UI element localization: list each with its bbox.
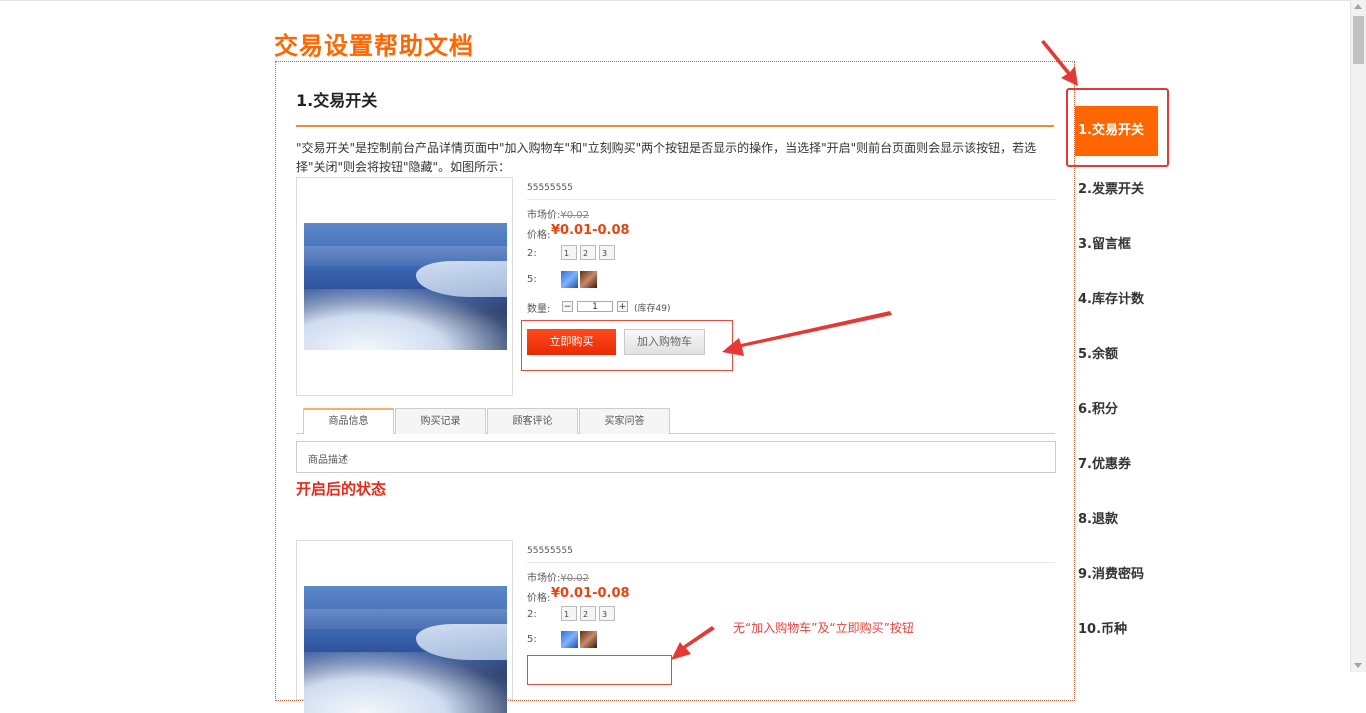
quantity-input[interactable]: 1	[577, 301, 613, 312]
sidebar-item-invoice-switch[interactable]: 2.发票开关	[1078, 178, 1144, 197]
sidebar-item-consume-password[interactable]: 9.消费密码	[1078, 563, 1144, 582]
price-label-2: 价格:	[527, 593, 551, 604]
market-price-label: 市场价:	[527, 210, 561, 221]
sidebar-item-stock-count[interactable]: 4.库存计数	[1078, 288, 1144, 307]
product-image-frame	[296, 177, 513, 396]
color-swatch-blue[interactable]	[561, 271, 578, 288]
scroll-up-icon[interactable]	[1354, 4, 1362, 9]
sidebar-item-coupons[interactable]: 7.优惠券	[1078, 453, 1131, 472]
heading-divider	[296, 125, 1054, 127]
product-image-frame-2	[296, 540, 513, 713]
market-price-value-2: ¥0.02	[560, 573, 590, 584]
quantity-plus-button[interactable]: +	[617, 301, 628, 312]
add-to-cart-button[interactable]: 加入购物车	[624, 329, 705, 355]
price-value-2: ¥0.01-0.08	[551, 586, 630, 601]
attr-label-2: 2:	[527, 248, 537, 259]
market-price-row: 市场价:¥0.02	[527, 206, 589, 221]
product-divider	[527, 199, 1055, 200]
stock-count: (库存49)	[634, 304, 671, 314]
tab-purchase-records[interactable]: 购买记录	[395, 408, 486, 434]
scroll-down-icon[interactable]	[1354, 663, 1362, 668]
scroll-thumb[interactable]	[1353, 16, 1364, 64]
product-divider-2	[527, 562, 1055, 563]
attr-thumb-1b[interactable]: 1	[561, 606, 577, 621]
attr-label-2b: 2:	[527, 609, 537, 620]
attr-label-5b: 5:	[527, 634, 537, 645]
color-swatch-blue-2[interactable]	[561, 631, 578, 648]
price-label: 价格:	[527, 230, 551, 241]
quantity-minus-button[interactable]: −	[562, 301, 573, 312]
color-swatch-brown[interactable]	[580, 271, 597, 288]
sidebar-item-refund[interactable]: 8.退款	[1078, 508, 1118, 527]
no-buttons-note: 无“加入购物车”及“立即购买”按钮	[733, 621, 914, 635]
quantity-label: 数量:	[527, 304, 551, 315]
attr-thumb-2b[interactable]: 2	[580, 606, 596, 621]
vertical-scrollbar[interactable]	[1350, 0, 1366, 672]
product-code: 55555555	[527, 183, 573, 193]
market-price-row-2: 市场价:¥0.02	[527, 569, 589, 584]
product-image	[304, 223, 507, 350]
market-price-value: ¥0.02	[560, 210, 590, 221]
tab-customer-reviews[interactable]: 顾客评论	[487, 408, 578, 434]
section-description: "交易开关"是控制前台产品详情页面中"加入购物车"和"立刻购买"两个按钮是否显示…	[296, 141, 1037, 174]
buy-now-button[interactable]: 立即购买	[527, 329, 616, 355]
attr-label-5: 5:	[527, 274, 537, 285]
price-value: ¥0.01-0.08	[551, 223, 630, 238]
market-price-label-2: 市场价:	[527, 573, 561, 584]
top-border	[0, 0, 1350, 1]
tab-buyer-qa[interactable]: 买家问答	[579, 408, 670, 434]
empty-buttons-annotation-box	[527, 655, 672, 685]
attr-thumb-3[interactable]: 3	[599, 245, 615, 260]
sidebar-item-balance[interactable]: 5.余额	[1078, 343, 1118, 362]
section-heading: 1.交易开关	[296, 91, 378, 110]
tab-content-panel: 商品描述	[296, 441, 1056, 473]
product-image-2	[304, 586, 507, 713]
page-title: 交易设置帮助文档	[274, 32, 474, 60]
product-code-2: 55555555	[527, 546, 573, 556]
tab-product-info[interactable]: 商品信息	[303, 408, 394, 434]
sidebar-item-points[interactable]: 6.积分	[1078, 398, 1118, 417]
state-caption: 开启后的状态	[296, 480, 387, 498]
attr-thumb-2[interactable]: 2	[580, 245, 596, 260]
color-swatch-brown-2[interactable]	[580, 631, 597, 648]
attr-thumb-3b[interactable]: 3	[599, 606, 615, 621]
sidebar-item-currency[interactable]: 10.币种	[1078, 618, 1127, 637]
attr-thumb-1[interactable]: 1	[561, 245, 577, 260]
sidebar-item-message-box[interactable]: 3.留言框	[1078, 233, 1131, 252]
sidebar-item-trade-switch[interactable]: 1.交易开关	[1075, 106, 1158, 156]
